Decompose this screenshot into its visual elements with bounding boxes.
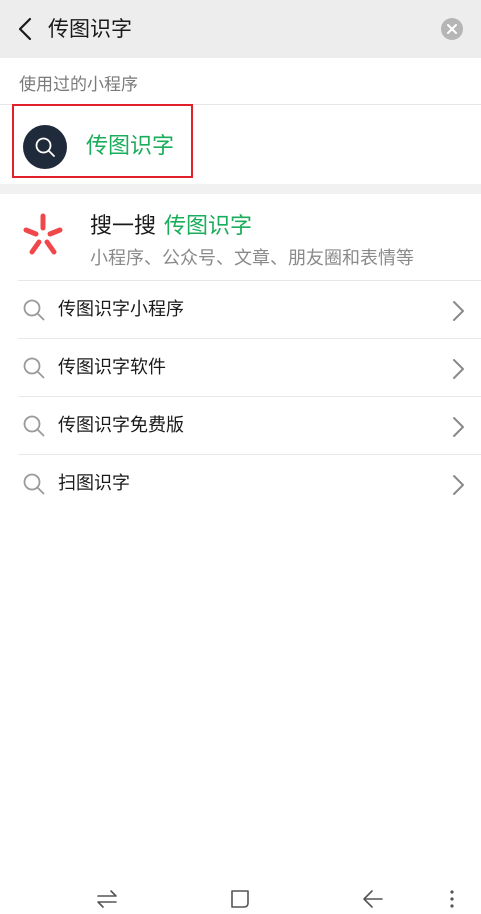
sousou-keyword: 传图识字	[164, 214, 253, 239]
recent-section-label: 使用过的小程序	[19, 75, 138, 95]
suggestion-item[interactable]: 传图识字免费版	[0, 397, 481, 455]
clear-search-button[interactable]	[441, 18, 463, 40]
suggestion-text: 传图识字小程序	[58, 299, 184, 320]
search-icon	[23, 415, 45, 437]
mini-program-logo	[23, 125, 67, 169]
chevron-right-icon	[453, 417, 464, 437]
close-icon	[447, 24, 457, 34]
back-arrow-icon[interactable]	[362, 888, 384, 910]
system-navigation-bar	[0, 880, 481, 914]
suggestion-item[interactable]: 传图识字软件	[0, 339, 481, 397]
search-bar: 传图识字	[0, 0, 481, 58]
section-separator	[0, 184, 481, 194]
search-input[interactable]: 传图识字	[48, 0, 132, 58]
suggestion-item[interactable]: 传图识字小程序	[0, 281, 481, 339]
suggestion-item[interactable]: 扫图识字	[0, 455, 481, 513]
search-icon	[23, 299, 45, 321]
recent-mini-program-item[interactable]: 传图识字	[12, 104, 193, 178]
back-button[interactable]	[12, 14, 38, 44]
sousou-logo-icon	[23, 213, 63, 255]
suggestion-text: 传图识字免费版	[58, 415, 184, 436]
search-icon	[23, 473, 45, 495]
suggestion-text: 传图识字软件	[58, 357, 166, 378]
menu-dots-icon[interactable]	[446, 888, 458, 910]
chevron-left-icon	[18, 17, 32, 41]
chevron-right-icon	[453, 301, 464, 321]
home-icon[interactable]	[229, 888, 251, 910]
sousou-title: 搜一搜 传图识字	[90, 208, 252, 240]
chevron-right-icon	[453, 359, 464, 379]
search-icon	[23, 357, 45, 379]
chevron-right-icon	[453, 475, 464, 495]
sousou-label: 搜一搜	[90, 214, 157, 239]
sousou-subtitle: 小程序、公众号、文章、朋友圈和表情等	[90, 248, 414, 269]
suggestion-text: 扫图识字	[58, 473, 130, 494]
search-icon	[35, 137, 55, 157]
mini-program-name: 传图识字	[86, 134, 175, 159]
recent-apps-icon[interactable]	[96, 888, 118, 910]
